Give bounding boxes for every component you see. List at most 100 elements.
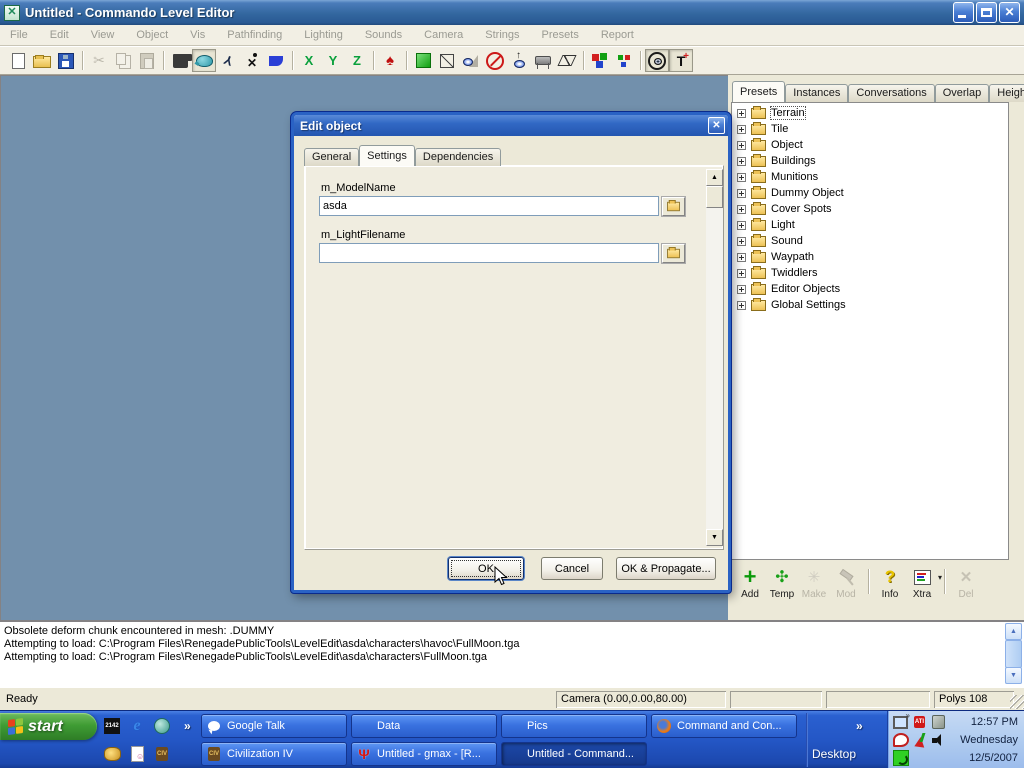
- device-icon[interactable]: [930, 714, 947, 730]
- ati-tool-icon[interactable]: [911, 732, 928, 748]
- log-scrollbar[interactable]: ▲ ▼: [1005, 623, 1022, 684]
- menu-item[interactable]: Edit: [50, 29, 69, 41]
- panel-tab[interactable]: Heightfield: [989, 84, 1024, 102]
- menu-item[interactable]: Pathfinding: [227, 29, 282, 41]
- flag-icon[interactable]: [264, 49, 288, 72]
- dialog-close-button[interactable]: [708, 117, 725, 134]
- dialog-tab[interactable]: General: [304, 148, 359, 166]
- show-above-icon[interactable]: [507, 49, 531, 72]
- tree-item[interactable]: Light: [732, 217, 1008, 233]
- expand-icon[interactable]: [737, 301, 746, 310]
- cancel-button[interactable]: Cancel: [541, 557, 603, 580]
- expand-icon[interactable]: [737, 205, 746, 214]
- wireframe-cube-icon[interactable]: [435, 49, 459, 72]
- network-icon[interactable]: [892, 750, 909, 766]
- expand-icon[interactable]: [737, 109, 746, 118]
- axis-z-icon[interactable]: [345, 49, 369, 72]
- ati-graphics-icon[interactable]: [911, 714, 928, 730]
- expand-icon[interactable]: [737, 237, 746, 246]
- new-document-icon[interactable]: [6, 49, 30, 72]
- taskbar-button[interactable]: Untitled - gmax - [R...: [351, 742, 497, 766]
- start-button[interactable]: start: [0, 713, 97, 740]
- browse-light-button[interactable]: [662, 244, 685, 263]
- tree-item[interactable]: Editor Objects: [732, 281, 1008, 297]
- taskbar-button[interactable]: Pics: [501, 714, 647, 738]
- expand-icon[interactable]: [737, 285, 746, 294]
- tree-item[interactable]: Cover Spots: [732, 201, 1008, 217]
- media-player-icon[interactable]: [128, 745, 146, 763]
- display-settings-icon[interactable]: [892, 714, 909, 730]
- game-pet-icon[interactable]: [103, 745, 121, 763]
- expand-icon[interactable]: [737, 125, 746, 134]
- axis-y-icon[interactable]: [321, 49, 345, 72]
- render-object-icon[interactable]: [192, 49, 216, 72]
- menu-item[interactable]: Presets: [542, 29, 579, 41]
- close-button[interactable]: [999, 2, 1020, 23]
- taskbar-button[interactable]: Civilization IV: [201, 742, 347, 766]
- tree-item[interactable]: Global Settings: [732, 297, 1008, 313]
- colored-cubes-icon[interactable]: [588, 49, 612, 72]
- z-plane-icon[interactable]: [555, 49, 579, 72]
- panel-tab[interactable]: Presets: [732, 81, 785, 102]
- walk-character-icon[interactable]: [240, 49, 264, 72]
- menu-item[interactable]: Report: [601, 29, 634, 41]
- ok-propagate-button[interactable]: OK & Propagate...: [616, 557, 716, 580]
- panel-tab[interactable]: Conversations: [848, 84, 934, 102]
- model-name-input[interactable]: [319, 196, 659, 216]
- menu-item[interactable]: View: [91, 29, 115, 41]
- survey-camera-icon[interactable]: [531, 49, 555, 72]
- expand-icon[interactable]: [737, 141, 746, 150]
- taskbar-button[interactable]: Google Talk: [201, 714, 347, 738]
- vegetation-icon[interactable]: [378, 49, 402, 72]
- save-icon[interactable]: [54, 49, 78, 72]
- expand-icon[interactable]: [737, 221, 746, 230]
- expand-icon[interactable]: [737, 173, 746, 182]
- rotate-gizmo-icon[interactable]: [216, 49, 240, 72]
- expand-icon[interactable]: [737, 253, 746, 262]
- volume-icon[interactable]: [930, 732, 947, 748]
- dialog-tab[interactable]: Dependencies: [415, 148, 501, 166]
- paste-icon[interactable]: [135, 49, 159, 72]
- open-folder-icon[interactable]: [30, 49, 54, 72]
- panel-tab[interactable]: Overlap: [935, 84, 990, 102]
- tree-item[interactable]: Twiddlers: [732, 265, 1008, 281]
- desktop-toolbar-label[interactable]: Desktop: [812, 747, 856, 761]
- light-filename-input[interactable]: [319, 243, 659, 263]
- show-terrain-icon[interactable]: [459, 49, 483, 72]
- hide-visibility-icon[interactable]: [483, 49, 507, 72]
- civilization-icon[interactable]: [153, 745, 171, 763]
- menu-item[interactable]: File: [10, 29, 28, 41]
- expand-icon[interactable]: [737, 157, 746, 166]
- copy-icon[interactable]: [111, 49, 135, 72]
- taskbar-button[interactable]: Data: [351, 714, 497, 738]
- camera-view-icon[interactable]: [168, 49, 192, 72]
- axis-x-icon[interactable]: [297, 49, 321, 72]
- quick-launch-overflow-chevron[interactable]: »: [184, 719, 191, 733]
- google-talk-icon[interactable]: [892, 732, 909, 748]
- cut-icon[interactable]: [87, 49, 111, 72]
- panel-tab[interactable]: Instances: [785, 84, 848, 102]
- taskbar-button[interactable]: Command and Con...: [651, 714, 797, 738]
- ok-button[interactable]: OK: [448, 557, 524, 580]
- tree-item[interactable]: Waypath: [732, 249, 1008, 265]
- log-scrollbar-thumb[interactable]: [1005, 640, 1022, 668]
- delete-button[interactable]: Del ▾: [950, 565, 982, 609]
- messenger-icon[interactable]: [153, 717, 171, 735]
- menu-item[interactable]: Vis: [190, 29, 205, 41]
- menu-item[interactable]: Sounds: [365, 29, 402, 41]
- scroll-down-button[interactable]: ▼: [706, 529, 723, 546]
- temp-button[interactable]: Temp ▾: [766, 565, 798, 609]
- minimize-button[interactable]: [953, 2, 974, 23]
- browse-model-button[interactable]: [662, 197, 685, 216]
- solid-cube-icon[interactable]: [411, 49, 435, 72]
- taskbar-button[interactable]: Untitled - Command...: [501, 742, 647, 766]
- make-button[interactable]: Make ▾: [798, 565, 830, 609]
- menu-item[interactable]: Camera: [424, 29, 463, 41]
- tree-item[interactable]: Terrain: [732, 105, 1008, 121]
- colored-dots-icon[interactable]: [612, 49, 636, 72]
- menu-item[interactable]: Object: [136, 29, 168, 41]
- text-scale-icon[interactable]: [669, 49, 693, 72]
- tree-item[interactable]: Munitions: [732, 169, 1008, 185]
- log-scroll-up-button[interactable]: ▲: [1005, 623, 1022, 640]
- tree-item[interactable]: Dummy Object: [732, 185, 1008, 201]
